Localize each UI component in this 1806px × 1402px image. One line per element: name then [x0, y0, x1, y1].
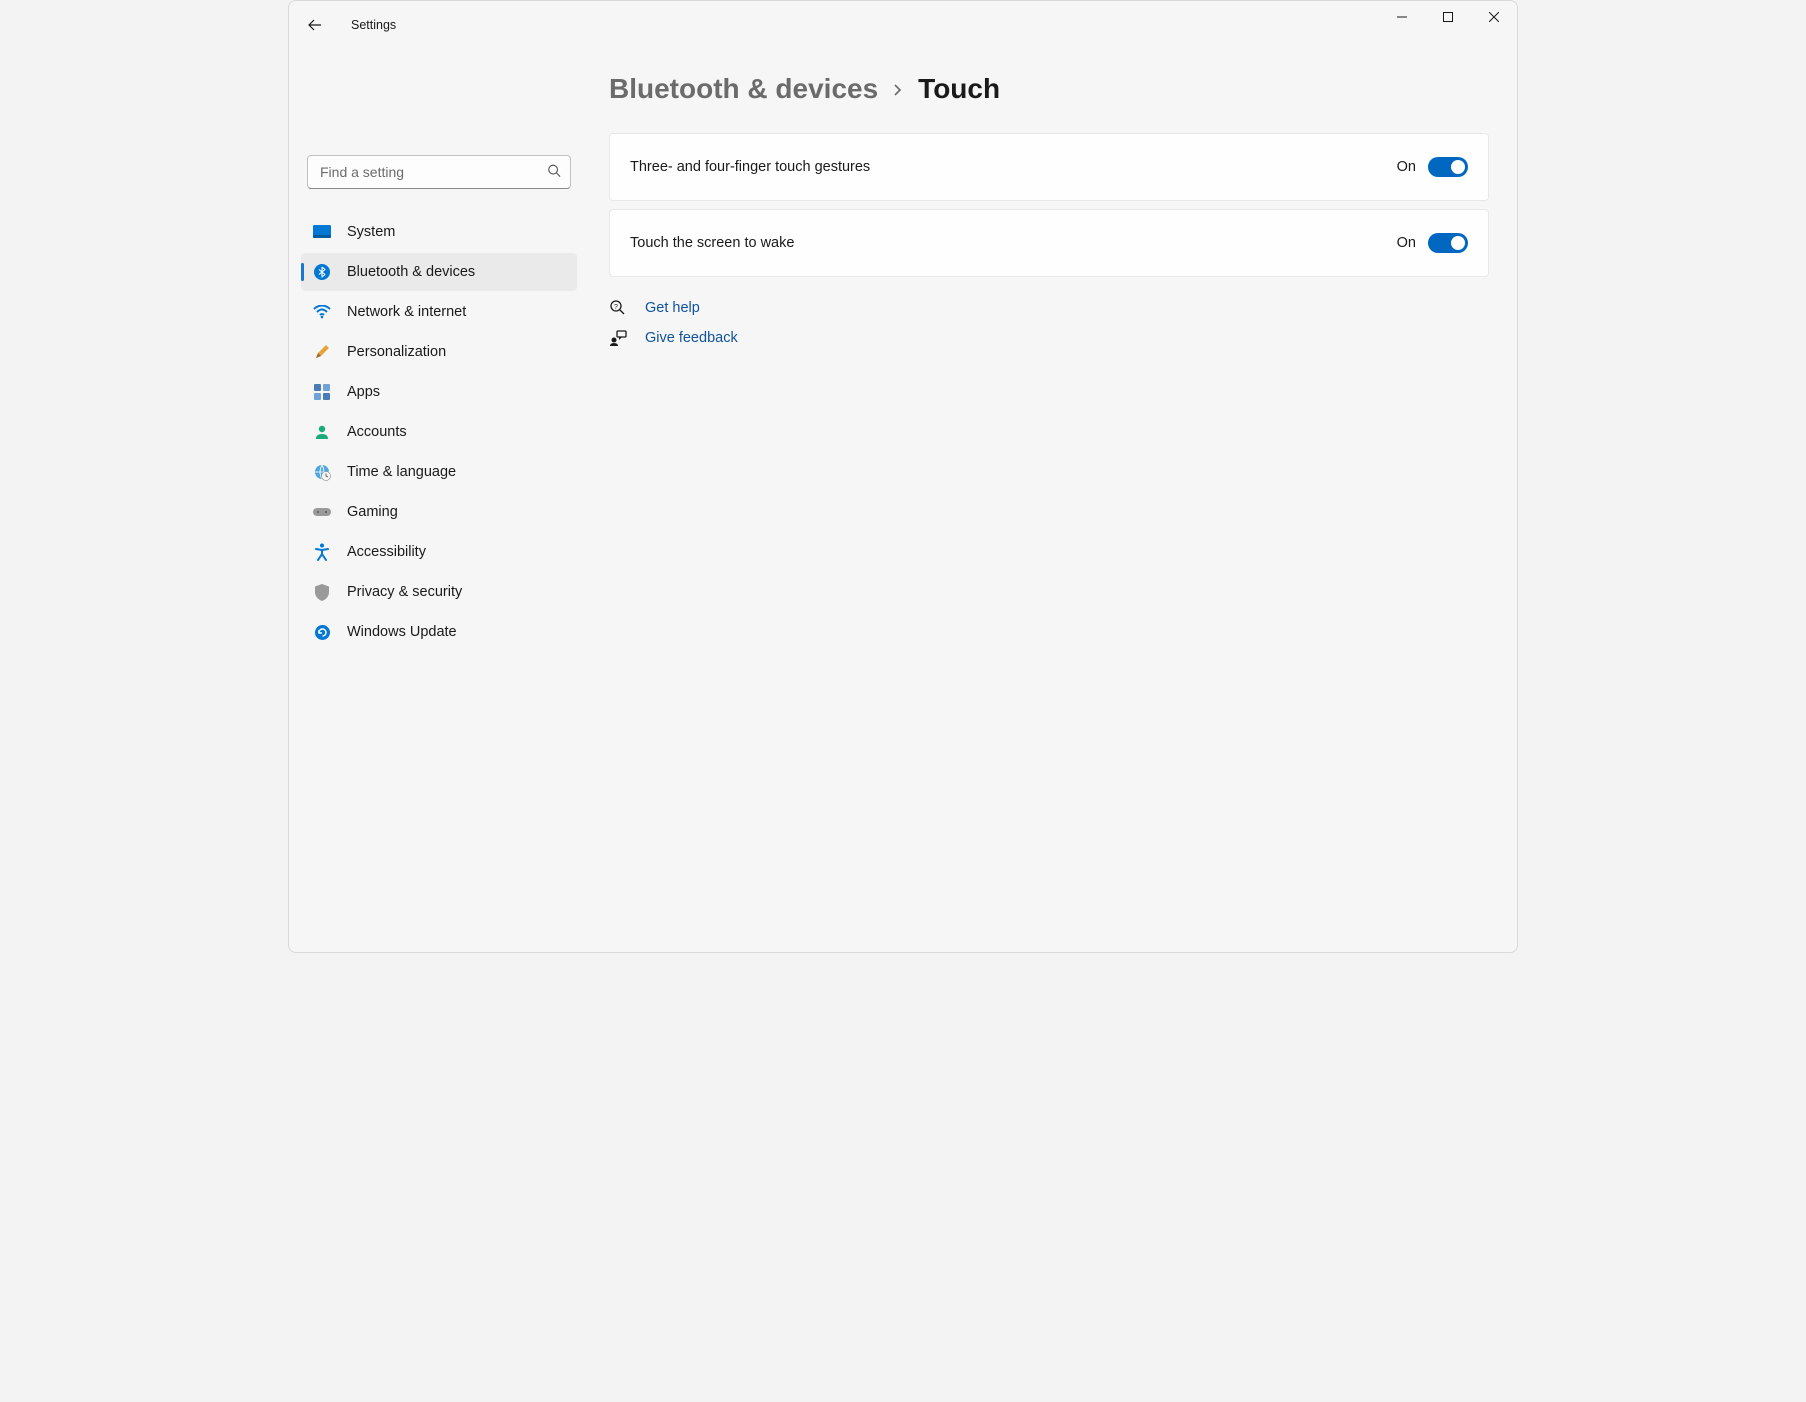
gamepad-icon [313, 503, 331, 521]
apps-icon [313, 383, 331, 401]
sidebar-item-system[interactable]: System [301, 213, 577, 251]
sidebar-item-bluetooth-devices[interactable]: Bluetooth & devices [301, 253, 577, 291]
main-content: Bluetooth & devices Touch Three- and fou… [589, 49, 1517, 952]
shield-icon [313, 583, 331, 601]
setting-label: Three- and four-finger touch gestures [630, 159, 870, 175]
globe-clock-icon [313, 463, 331, 481]
chevron-right-icon [892, 79, 904, 102]
touch-gestures-toggle[interactable] [1428, 157, 1468, 177]
toggle-state-text: On [1397, 235, 1416, 251]
title-bar: Settings [289, 1, 1517, 49]
sidebar-item-label: Personalization [347, 344, 446, 360]
help-links: ? Get help Give feedback [609, 299, 1489, 347]
wifi-icon [313, 303, 331, 321]
paintbrush-icon [313, 343, 331, 361]
sidebar-item-gaming[interactable]: Gaming [301, 493, 577, 531]
bluetooth-icon [313, 263, 331, 281]
feedback-icon [609, 329, 627, 347]
back-button[interactable] [295, 5, 335, 45]
nav-list: System Bluetooth & devices Network & int… [301, 213, 577, 651]
arrow-left-icon [307, 17, 323, 33]
touch-to-wake-toggle[interactable] [1428, 233, 1468, 253]
toggle-group: On [1397, 157, 1468, 177]
app-title: Settings [351, 18, 396, 32]
person-icon [313, 423, 331, 441]
help-icon: ? [609, 299, 627, 317]
sidebar-item-time-language[interactable]: Time & language [301, 453, 577, 491]
maximize-button[interactable] [1425, 1, 1471, 33]
page-title: Touch [918, 73, 1000, 105]
sidebar: System Bluetooth & devices Network & int… [289, 49, 589, 952]
close-icon [1489, 12, 1499, 22]
search-box [307, 155, 571, 189]
feedback-link-label: Give feedback [645, 330, 738, 346]
setting-row-touch-to-wake: Touch the screen to wake On [609, 209, 1489, 277]
sidebar-item-label: Accessibility [347, 544, 426, 560]
settings-window: Settings [288, 0, 1518, 953]
sidebar-item-personalization[interactable]: Personalization [301, 333, 577, 371]
sidebar-item-apps[interactable]: Apps [301, 373, 577, 411]
search-icon [547, 164, 561, 181]
get-help-link[interactable]: ? Get help [609, 299, 1489, 317]
toggle-group: On [1397, 233, 1468, 253]
title-bar-left: Settings [295, 5, 396, 45]
sidebar-spacer [301, 57, 577, 145]
maximize-icon [1443, 12, 1453, 22]
sidebar-item-accounts[interactable]: Accounts [301, 413, 577, 451]
sidebar-item-label: Gaming [347, 504, 398, 520]
sidebar-item-label: Time & language [347, 464, 456, 480]
toggle-state-text: On [1397, 159, 1416, 175]
sidebar-item-label: System [347, 224, 395, 240]
sidebar-item-label: Privacy & security [347, 584, 462, 600]
help-link-label: Get help [645, 300, 700, 316]
breadcrumb-parent[interactable]: Bluetooth & devices [609, 73, 878, 105]
update-icon [313, 623, 331, 641]
system-icon [313, 223, 331, 241]
breadcrumb: Bluetooth & devices Touch [609, 73, 1489, 105]
window-controls [1379, 1, 1517, 49]
search-input[interactable] [307, 155, 571, 189]
sidebar-item-privacy-security[interactable]: Privacy & security [301, 573, 577, 611]
setting-label: Touch the screen to wake [630, 235, 794, 251]
sidebar-item-label: Windows Update [347, 624, 457, 640]
sidebar-item-label: Network & internet [347, 304, 466, 320]
give-feedback-link[interactable]: Give feedback [609, 329, 1489, 347]
close-button[interactable] [1471, 1, 1517, 33]
sidebar-item-label: Accounts [347, 424, 407, 440]
minimize-icon [1397, 12, 1407, 22]
sidebar-item-accessibility[interactable]: Accessibility [301, 533, 577, 571]
sidebar-item-network-internet[interactable]: Network & internet [301, 293, 577, 331]
sidebar-item-label: Bluetooth & devices [347, 264, 475, 280]
body: System Bluetooth & devices Network & int… [289, 49, 1517, 952]
minimize-button[interactable] [1379, 1, 1425, 33]
svg-text:?: ? [614, 304, 618, 311]
setting-row-touch-gestures: Three- and four-finger touch gestures On [609, 133, 1489, 201]
sidebar-item-label: Apps [347, 384, 380, 400]
sidebar-item-windows-update[interactable]: Windows Update [301, 613, 577, 651]
accessibility-icon [313, 543, 331, 561]
